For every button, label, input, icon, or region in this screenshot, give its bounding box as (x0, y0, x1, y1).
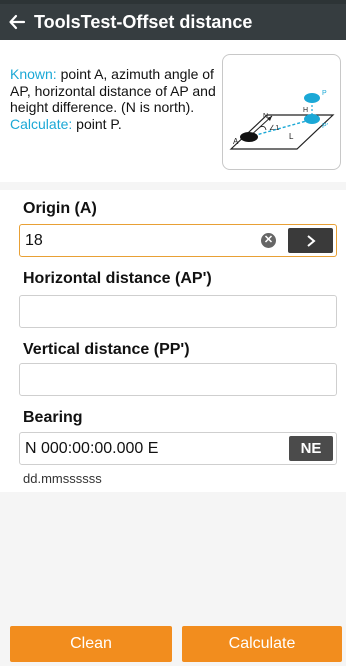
back-button[interactable] (0, 4, 34, 40)
calculate-button[interactable]: Calculate (182, 626, 342, 662)
point-pprime-marker (304, 114, 320, 124)
calculate-text: point P. (72, 115, 122, 132)
horizontal-distance-input[interactable] (19, 295, 337, 328)
origin-label: Origin (A) (23, 200, 97, 217)
known-label: Known: (10, 66, 57, 82)
clean-button[interactable]: Clean (10, 626, 172, 662)
bearing-format-hint: dd.mmssssss (23, 471, 102, 486)
label-pprime: P' (322, 123, 328, 130)
label-angle: ∠1 (269, 124, 279, 132)
calculate-label: Calculate: (10, 115, 73, 132)
app-bar: ToolsTest-Offset distance (0, 4, 346, 40)
bearing-label: Bearing (23, 409, 83, 426)
arrow-left-icon (9, 14, 26, 30)
input-form: Origin (A) 18 ✕ Horizontal distance (AP'… (0, 190, 346, 492)
info-panel: Known: point A, azimuth angle of AP, hor… (0, 40, 346, 182)
bearing-direction-toggle[interactable]: NE (289, 436, 333, 461)
label-l: L (289, 132, 294, 141)
chevron-right-icon (306, 234, 316, 247)
label-p: P (322, 90, 327, 97)
vertical-distance-label: Vertical distance (PP') (23, 341, 190, 358)
point-p-marker (304, 93, 320, 103)
page-title: ToolsTest-Offset distance (34, 11, 253, 32)
point-a-marker (240, 132, 258, 142)
label-n: N (263, 113, 268, 120)
offset-diagram: A N ∠1 L H P P' (222, 54, 341, 170)
origin-value: 18 (25, 232, 43, 249)
vertical-distance-input[interactable] (19, 363, 337, 396)
angle-arc (259, 125, 267, 131)
origin-input[interactable]: 18 ✕ (19, 224, 337, 257)
label-h: H (303, 107, 308, 114)
bearing-input[interactable]: N 000:00:00.000 E NE (19, 432, 337, 465)
diagram-illustration: A N ∠1 L H P P' (229, 90, 335, 150)
known-description: Known: point A, azimuth angle of AP, hor… (10, 66, 216, 116)
bearing-value: N 000:00:00.000 E (25, 440, 159, 457)
label-a: A (233, 137, 239, 146)
select-point-button[interactable] (288, 228, 333, 253)
horizontal-distance-label: Horizontal distance (AP') (23, 270, 212, 287)
description: Known: point A, azimuth angle of AP, hor… (10, 66, 216, 132)
calculate-description: Calculate: point P. (10, 116, 216, 133)
clear-icon[interactable]: ✕ (261, 233, 276, 248)
